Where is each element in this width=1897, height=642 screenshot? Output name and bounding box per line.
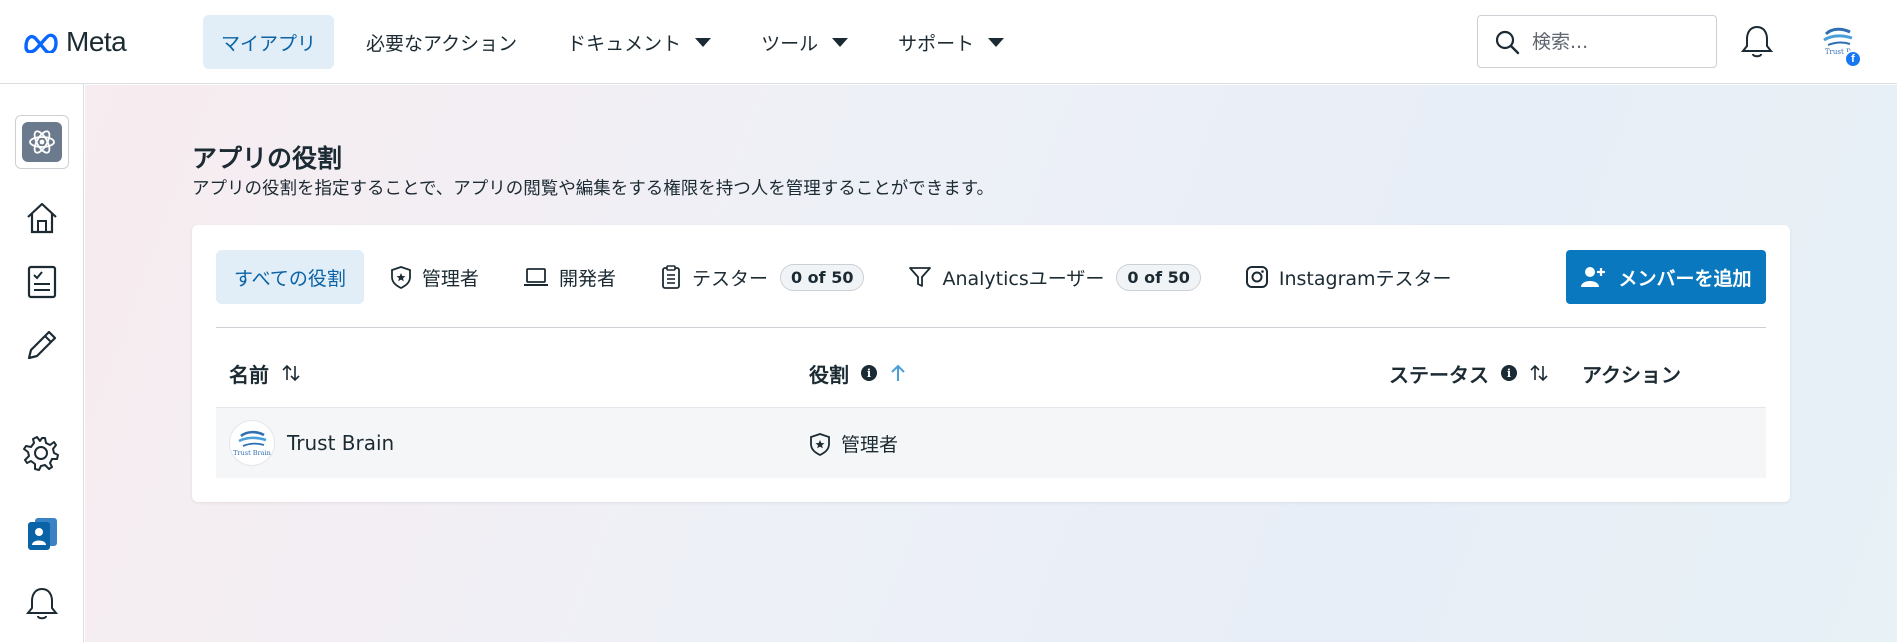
profile-avatar[interactable]: Trust B f [1818, 24, 1862, 68]
tab-analytics-user-label: Analyticsユーザー [942, 267, 1105, 290]
tabs-divider [216, 327, 1766, 328]
clipboard-icon [662, 265, 680, 289]
checklist-icon[interactable] [22, 262, 62, 302]
column-status-label: ステータス [1389, 362, 1489, 387]
page-title: アプリの役割 [192, 144, 343, 173]
sort-icon [1530, 364, 1548, 382]
member-name: Trust Brain [287, 431, 395, 455]
meta-wordmark: Meta [66, 26, 127, 57]
nav-tools[interactable]: ツール [743, 15, 866, 69]
meta-infinity-icon [24, 33, 58, 53]
search-icon [1495, 30, 1520, 54]
tab-developer[interactable]: 開発者 [505, 250, 634, 304]
shield-star-icon [391, 266, 411, 289]
nav-required-actions[interactable]: 必要なアクション [348, 15, 535, 69]
column-role-label: 役割 [809, 362, 849, 387]
notification-bell-icon[interactable] [22, 584, 62, 624]
settings-gear-icon[interactable] [22, 433, 62, 473]
role-tabs: すべての役割 管理者 開発者 テスター 0 of 50 Analyticsユーザ… [216, 250, 1478, 304]
column-header-name[interactable]: 名前 [229, 358, 301, 388]
tab-tester-label: テスター [691, 267, 768, 290]
laptop-icon [523, 268, 548, 286]
member-avatar-text: Trust Brain [233, 449, 271, 457]
tab-all-roles-label: すべての役割 [234, 267, 346, 290]
analytics-count-badge: 0 of 50 [1116, 263, 1201, 291]
roles-card: すべての役割 管理者 開発者 テスター 0 of 50 Analyticsユーザ… [192, 225, 1790, 502]
nav-docs[interactable]: ドキュメント [549, 15, 729, 69]
filter-funnel-icon [909, 267, 932, 287]
left-sidebar [0, 84, 84, 642]
trust-brain-logo-icon: Trust Brain [233, 430, 271, 457]
tab-admin-label: 管理者 [421, 267, 479, 290]
info-icon[interactable]: i [1501, 365, 1517, 381]
nav-support[interactable]: サポート [880, 15, 1022, 69]
pencil-icon[interactable] [22, 325, 62, 365]
tester-count-badge: 0 of 50 [779, 263, 865, 291]
nav-support-label: サポート [898, 32, 975, 55]
member-role-cell: 管理者 [809, 430, 898, 457]
column-header-role[interactable]: 役割 i [809, 358, 907, 388]
caret-down-icon [695, 37, 712, 47]
caret-down-icon [988, 37, 1005, 47]
column-name-label: 名前 [229, 362, 269, 387]
tab-instagram-tester-label: Instagramテスター [1278, 267, 1452, 290]
tab-tester[interactable]: テスター 0 of 50 [642, 250, 883, 304]
main-nav: マイアプリ 必要なアクション ドキュメント ツール サポート [203, 15, 1036, 69]
shield-star-icon [810, 432, 830, 456]
nav-required-actions-label: 必要なアクション [366, 32, 518, 55]
column-header-status[interactable]: ステータス i [1389, 358, 1549, 388]
nav-docs-label: ドキュメント [567, 32, 682, 55]
column-action-label: アクション [1582, 362, 1681, 387]
caret-down-icon [832, 37, 849, 47]
page-description: アプリの役割を指定することで、アプリの閲覧や編集をする権限を持つ人を管理すること… [192, 179, 995, 199]
member-name-cell: Trust Brain Trust Brain [229, 420, 394, 466]
search-input[interactable] [1532, 30, 1702, 53]
main-content: アプリの役割 アプリの役割を指定することで、アプリの閲覧や編集をする権限を持つ人… [85, 85, 1897, 642]
add-person-icon [1581, 267, 1606, 287]
add-member-button[interactable]: メンバーを追加 [1566, 250, 1766, 304]
tab-all-roles[interactable]: すべての役割 [216, 250, 364, 304]
app-roles-icon[interactable] [22, 513, 62, 553]
tab-analytics-user[interactable]: Analyticsユーザー 0 of 50 [890, 250, 1218, 304]
notifications-bell-icon[interactable] [1740, 24, 1774, 60]
table-row[interactable]: Trust Brain Trust Brain 管理者 [216, 407, 1766, 478]
info-icon[interactable]: i [861, 365, 877, 381]
nav-tools-label: ツール [761, 32, 819, 55]
tab-admin[interactable]: 管理者 [372, 250, 497, 304]
member-role: 管理者 [841, 434, 899, 456]
member-avatar: Trust Brain [229, 420, 275, 466]
sort-ascending-icon [891, 364, 905, 381]
nav-my-apps[interactable]: マイアプリ [203, 15, 335, 69]
add-member-label: メンバーを追加 [1618, 267, 1752, 290]
facebook-badge-icon: f [1844, 50, 1862, 68]
search-box[interactable] [1477, 15, 1717, 68]
home-icon[interactable] [22, 198, 62, 238]
meta-logo[interactable]: Meta [22, 26, 127, 58]
app-atom-icon [22, 122, 62, 162]
sort-icon [282, 364, 300, 382]
top-bar: Meta マイアプリ 必要なアクション ドキュメント ツール サポート 検索..… [0, 0, 1897, 84]
tab-instagram-tester[interactable]: Instagramテスター [1227, 250, 1470, 304]
instagram-icon [1245, 266, 1268, 288]
tab-developer-label: 開発者 [558, 267, 616, 290]
nav-my-apps-label: マイアプリ [221, 32, 317, 55]
column-header-action: アクション [1582, 358, 1681, 388]
app-switcher[interactable] [15, 115, 69, 169]
